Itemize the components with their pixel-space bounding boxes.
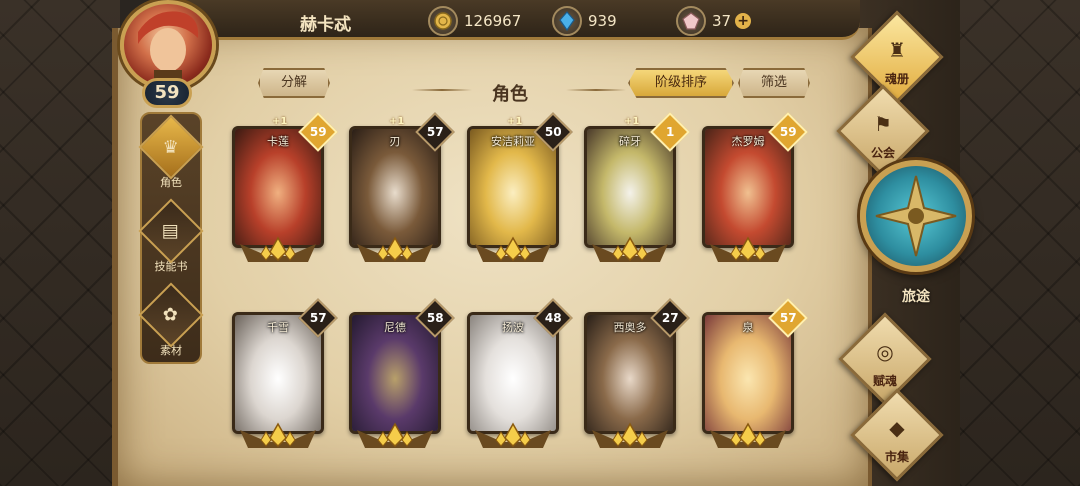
rank-crown-icon — [592, 236, 668, 262]
rank-crown-icon — [710, 422, 786, 448]
character-card[interactable]: 刃 57 +1 — [349, 112, 455, 264]
rank-crown-icon — [357, 422, 433, 448]
character-level: 58 — [426, 310, 444, 325]
menu-label: 魂册 — [884, 72, 909, 86]
menu-label: 赋魂 — [872, 374, 897, 388]
gem-amount: 37 — [712, 12, 732, 30]
filter-button[interactable]: 筛选 — [738, 68, 810, 98]
title-ornament-left — [412, 89, 472, 91]
character-card[interactable]: 碎牙 1 +1 — [584, 112, 690, 264]
right-decorative-panel — [960, 0, 1080, 486]
rank-crown-icon — [240, 236, 316, 262]
rank-crown-icon — [357, 236, 433, 262]
rank-crown-icon — [710, 236, 786, 262]
menu-item-market[interactable]: ◆ 市集 — [850, 388, 950, 486]
gem-resource[interactable]: 37 + — [676, 6, 752, 36]
gem-icon: ◆ — [889, 416, 905, 440]
left-menu: ♛ 角色 ▤ 技能书 ✿ 素材 — [138, 112, 204, 364]
character-level: 59 — [779, 124, 797, 139]
player-avatar-wrap[interactable]: 59 — [112, 0, 224, 112]
gold-amount: 126967 — [464, 12, 522, 30]
character-level: 48 — [544, 310, 562, 325]
character-level: 1 — [665, 124, 675, 139]
menu-item-skill-books[interactable]: ▤ 技能书 — [138, 198, 204, 278]
rank-crown-icon — [592, 422, 668, 448]
character-card[interactable]: 杰罗姆 59 — [702, 112, 808, 264]
crystal-resource[interactable]: 939 — [552, 6, 617, 36]
decompose-button[interactable]: 分解 — [258, 68, 330, 98]
gold-resource[interactable]: 126967 — [428, 6, 521, 36]
wing-helm-icon: ♜ — [888, 38, 906, 62]
top-bar: 赫卡忒 126967 939 37 + — [170, 0, 860, 40]
rank-bonus: +1 — [507, 116, 523, 127]
character-card[interactable]: 卡莲 59 +1 — [232, 112, 338, 264]
journey-button[interactable]: 旅途 — [856, 160, 972, 310]
menu-label: 市集 — [884, 450, 909, 464]
blue-crystal-icon — [552, 6, 582, 36]
swirl-icon: ◎ — [876, 340, 894, 364]
journey-label: 旅途 — [902, 289, 930, 305]
character-card[interactable]: 千雪 57 — [232, 298, 338, 450]
character-card[interactable]: 尼德 58 — [349, 298, 455, 450]
menu-item-materials[interactable]: ✿ 素材 — [138, 282, 204, 362]
compass-icon — [860, 160, 972, 272]
character-card[interactable]: 泉 57 — [702, 298, 808, 450]
player-name: 赫卡忒 — [300, 15, 351, 35]
gold-coin-icon — [428, 6, 458, 36]
menu-item-characters[interactable]: ♛ 角色 — [138, 114, 204, 194]
character-level: 59 — [309, 124, 327, 139]
character-card[interactable]: 安洁莉亚 50 +1 — [467, 112, 573, 264]
rank-crown-icon — [240, 422, 316, 448]
rank-bonus: +1 — [624, 116, 640, 127]
character-level: 57 — [426, 124, 444, 139]
menu-label: 公会 — [870, 146, 895, 160]
rank-sort-button[interactable]: 阶级排序 — [628, 68, 734, 98]
title-ornament-right — [566, 89, 626, 91]
page-title: 角色 — [492, 84, 528, 105]
rank-crown-icon — [475, 422, 551, 448]
material-icon: ✿ — [138, 282, 204, 348]
avatar[interactable] — [120, 0, 216, 90]
character-level: 27 — [661, 310, 679, 325]
pink-gem-icon — [676, 6, 706, 36]
crystal-amount: 939 — [588, 12, 617, 30]
guild-emblem-icon: ⚑ — [874, 112, 892, 136]
character-level: 57 — [779, 310, 797, 325]
left-decorative-panel — [0, 0, 120, 486]
character-card[interactable]: 西奥多 27 — [584, 298, 690, 450]
rank-bonus: +1 — [272, 116, 288, 127]
book-icon: ▤ — [138, 198, 204, 264]
rank-bonus: +1 — [389, 116, 405, 127]
character-card[interactable]: 扬波 48 — [467, 298, 573, 450]
rank-crown-icon — [475, 236, 551, 262]
player-level-badge: 59 — [142, 78, 192, 108]
character-level: 50 — [544, 124, 562, 139]
character-level: 57 — [309, 310, 327, 325]
add-gem-button[interactable]: + — [735, 13, 752, 29]
helmet-icon: ♛ — [138, 114, 204, 180]
